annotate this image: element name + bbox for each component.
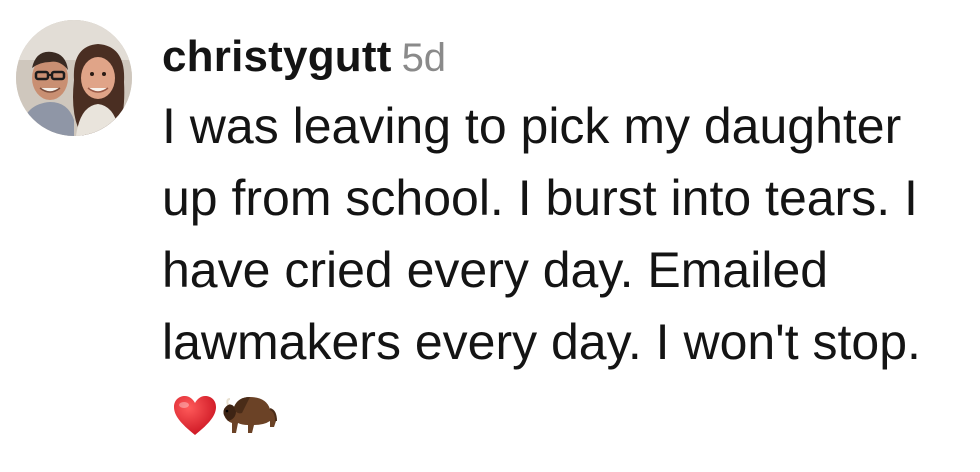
red-heart-icon bbox=[172, 384, 218, 456]
comment-body: christygutt 5d I was leaving to pick my d… bbox=[162, 28, 962, 456]
bison-icon bbox=[220, 384, 278, 456]
avatar-photo-icon bbox=[16, 20, 132, 136]
avatar[interactable] bbox=[16, 20, 132, 136]
comment-meta: christygutt 5d bbox=[162, 28, 962, 86]
comment-text-content: I was leaving to pick my daughter up fro… bbox=[162, 98, 921, 370]
timestamp[interactable]: 5d bbox=[402, 36, 447, 80]
comment: christygutt 5d I was leaving to pick my d… bbox=[0, 0, 980, 472]
comment-text: I was leaving to pick my daughter up fro… bbox=[162, 90, 952, 456]
username-link[interactable]: christygutt bbox=[162, 32, 392, 81]
